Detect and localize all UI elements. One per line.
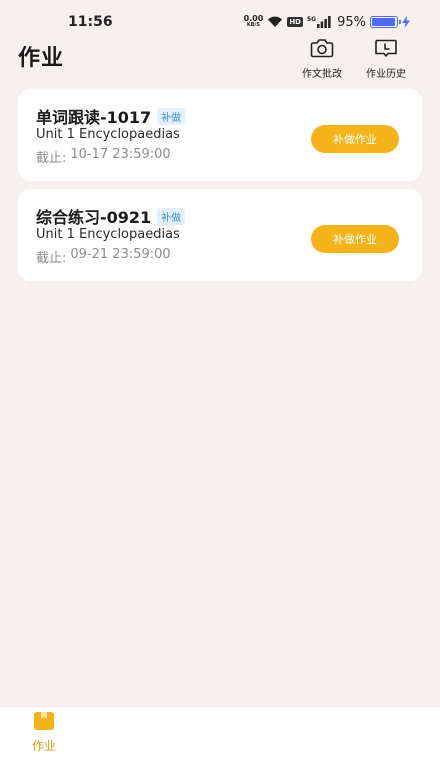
assignment-title-row: 综合练习-0921 补做 [36,204,186,228]
nav-label-homework: 作业 [31,739,56,753]
clock-book-icon [374,38,398,62]
assignment-title-row: 单词跟读-1017 补做 [36,104,186,128]
deadline-label: 截止: [36,251,67,266]
makeup-tag: 补做 [157,107,186,125]
essay-correction-label: 作文批改 [302,69,342,80]
battery-icon [370,16,401,28]
network-speed-unit: KB/S [246,22,260,28]
battery-percent: 95% [337,14,366,30]
assignment-unit: Unit 1 Encyclopaedias [36,127,180,142]
homework-history-button[interactable]: 作业历史 [356,38,416,80]
page-title: 作业 [18,46,65,71]
makeup-homework-button[interactable]: 补做作业 [311,125,399,153]
assignment-unit: Unit 1 Encyclopaedias [36,227,180,242]
assignment-title: 单词跟读-1017 [36,108,152,127]
network-type-label: 5G [306,16,317,23]
assignment-deadline: 截止: 10-17 23:59:00 [36,147,171,166]
deadline-value: 10-17 23:59:00 [70,147,171,162]
charging-icon [402,13,410,32]
homework-icon [33,711,55,735]
signal-icon: 5G [307,16,331,28]
makeup-homework-button[interactable]: 补做作业 [311,225,399,253]
status-time: 11:56 [68,14,113,30]
network-speed-value: 0.00 [243,14,264,23]
deadline-value: 09-21 23:59:00 [70,247,171,262]
hd-badge: HD [287,17,303,27]
deadline-label: 截止: [36,151,67,166]
battery-level [372,18,395,26]
status-icons: 0.00 KB/S HD 5G 95% [244,12,410,32]
nav-item-homework[interactable]: 作业 [24,711,64,754]
makeup-tag: 补做 [157,207,186,225]
camera-icon [310,38,334,62]
homework-history-label: 作业历史 [366,69,406,80]
essay-correction-button[interactable]: 作文批改 [292,38,352,80]
assignment-title: 综合练习-0921 [36,208,152,227]
bottom-nav: 作业 [0,706,440,770]
network-speed: 0.00 KB/S [244,15,264,29]
wifi-icon [267,13,283,32]
assignment-card[interactable]: 单词跟读-1017 补做 Unit 1 Encyclopaedias 截止: 1… [18,89,422,181]
status-bar: 11:56 0.00 KB/S HD 5G 95% [0,0,440,40]
assignment-card[interactable]: 综合练习-0921 补做 Unit 1 Encyclopaedias 截止: 0… [18,189,422,281]
assignment-deadline: 截止: 09-21 23:59:00 [36,247,171,266]
